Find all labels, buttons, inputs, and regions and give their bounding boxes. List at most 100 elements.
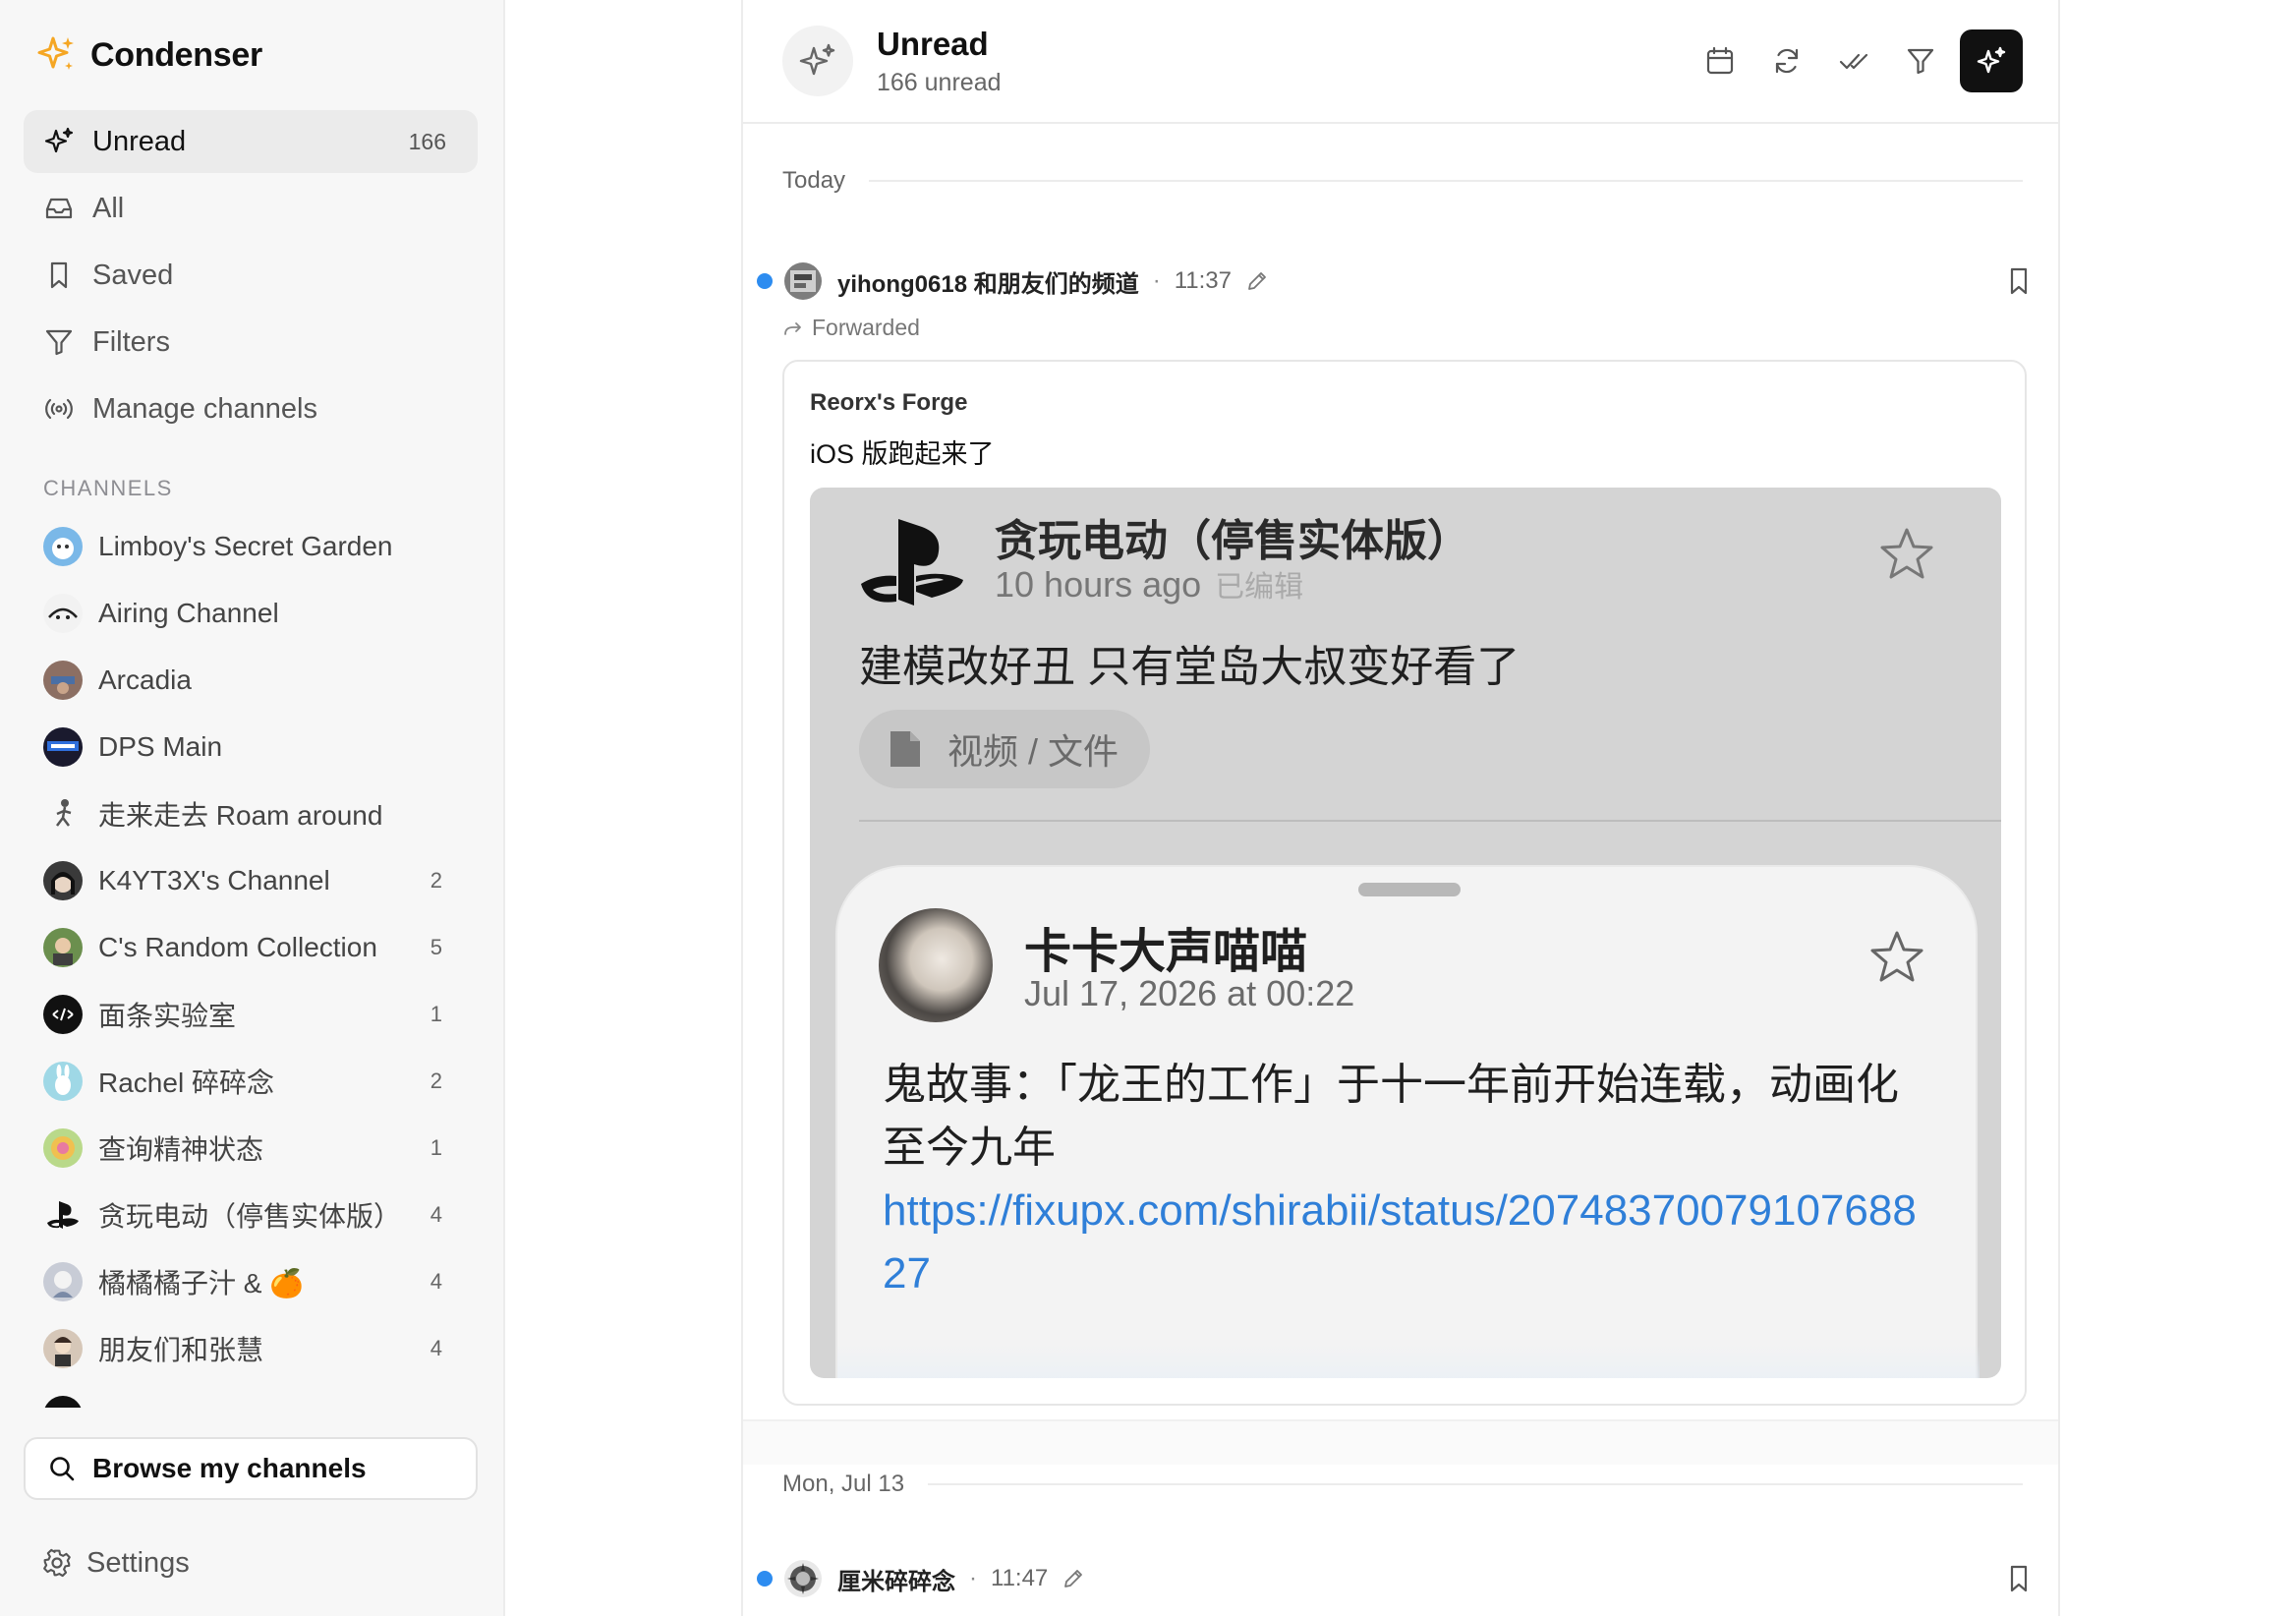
section-gap <box>743 1419 2058 1465</box>
sidebar-nav: Unread 166 All Saved Filters Manage chan… <box>24 110 478 444</box>
image-time-text: 10 hours ago <box>995 564 1202 605</box>
star-icon <box>1870 931 1923 982</box>
message-text: iOS 版跑起来了 <box>810 439 995 469</box>
nav-label: Unread <box>92 125 187 157</box>
channel-name: 面条实验室 <box>98 1001 237 1031</box>
nav-item-saved[interactable]: Saved <box>24 244 478 307</box>
image-divider <box>859 820 2001 822</box>
sheet-fade <box>837 1345 1980 1378</box>
nav-label: All <box>92 192 125 224</box>
channel-avatar <box>43 1262 83 1301</box>
forward-arrow-icon <box>784 321 801 335</box>
sheet-handle <box>1358 883 1461 896</box>
file-icon <box>890 731 920 767</box>
forward-source[interactable]: Reorx's Forge <box>810 389 967 417</box>
brand[interactable]: Condenser <box>35 31 262 79</box>
author-avatar[interactable] <box>784 262 822 300</box>
message-header: yihong0618 和朋友们的频道 · 11:37 <box>757 260 2035 303</box>
bookmark-icon[interactable] <box>2003 265 2035 297</box>
channel-item[interactable]: 橘橘橘子汁 & 🍊 4 <box>24 1248 478 1315</box>
separator-dot: · <box>969 1565 977 1591</box>
channel-item[interactable]: K4YT3X's Channel 2 <box>24 847 478 914</box>
channel-name: 贪玩电动（停售实体版） <box>98 1201 402 1232</box>
brand-sparkle-icon <box>37 36 74 70</box>
filter-button[interactable] <box>1889 29 1952 92</box>
sparkle-icon <box>799 43 835 76</box>
channel-item[interactable]: 走来走去 Roam around <box>24 780 478 847</box>
forwarded-label: Forwarded <box>782 315 920 341</box>
nav-label: Filters <box>92 325 170 358</box>
image-post-time: 10 hours ago 已编辑 <box>995 562 1303 606</box>
nav-item-all[interactable]: All <box>24 177 478 240</box>
nav-label: Saved <box>92 259 174 291</box>
channel-name: K4YT3X's Channel <box>98 865 330 895</box>
settings-label: Settings <box>86 1546 190 1579</box>
channel-unread-count: 2 <box>430 1068 442 1093</box>
channel-item[interactable]: 朋友们和张慧 4 <box>24 1315 478 1382</box>
inbox-icon <box>45 198 73 219</box>
date-label: Mon, Jul 13 <box>782 1471 905 1497</box>
nav-item-manage-channels[interactable]: Manage channels <box>24 377 478 440</box>
image-attachment-pill: 视频 / 文件 <box>859 710 1150 788</box>
channel-item[interactable]: Rachel 碎碎念 2 <box>24 1048 478 1115</box>
channel-avatar <box>43 527 83 566</box>
app-window: Condenser Unread 166 All Saved Filters M… <box>0 0 2296 1616</box>
summarize-button[interactable] <box>1960 29 2023 92</box>
inner-post-date: Jul 17, 2026 at 00:22 <box>1024 973 1355 1013</box>
forwarded-message-card[interactable]: Reorx's Forge iOS 版跑起来了 贪玩电动（停售实体版） 10 h… <box>782 360 2027 1406</box>
message-image[interactable]: 贪玩电动（停售实体版） 10 hours ago 已编辑 建模改好丑 只有堂岛大叔… <box>810 488 2001 1378</box>
separator-dot: · <box>1152 267 1161 294</box>
search-icon <box>50 1457 75 1481</box>
attachment-label: 视频 / 文件 <box>947 731 1119 772</box>
message-author[interactable]: yihong0618 和朋友们的频道 <box>837 264 1139 299</box>
refresh-button[interactable] <box>1755 29 1818 92</box>
channel-item[interactable]: Airing Channel <box>24 580 478 647</box>
channel-list[interactable]: Limboy's Secret Garden Airing Channel Ar… <box>24 513 478 1408</box>
pencil-icon <box>1064 1570 1083 1587</box>
channel-name: Arcadia <box>98 664 192 695</box>
bookmark-icon[interactable] <box>2003 1563 2035 1594</box>
gear-icon <box>43 1548 71 1578</box>
message-author[interactable]: 厘米碎碎念 <box>837 1562 955 1596</box>
star-icon <box>1880 528 1933 579</box>
image-body-text: 建模改好丑 只有堂岛大叔变好看了 <box>859 643 1521 691</box>
nav-count: 166 <box>408 128 446 154</box>
inner-post-text: 鬼故事：「龙王的工作」于十一年前开始连载，动画化至今九年 <box>883 1061 1899 1172</box>
header-actions <box>1685 29 2023 92</box>
browse-channels-button[interactable]: Browse my channels <box>24 1437 478 1500</box>
channel-name: C's Random Collection <box>98 932 377 962</box>
channel-item[interactable]: 面条实验室 1 <box>24 981 478 1048</box>
main-feed: Unread 166 unread Today yihong0618 和朋友们的… <box>741 0 2060 1616</box>
double-check-icon <box>1839 53 1868 70</box>
channel-avatar <box>43 861 83 900</box>
channel-item[interactable] <box>24 1382 478 1408</box>
channel-unread-count: 2 <box>430 868 442 893</box>
channel-item[interactable]: DPS Main <box>24 714 478 780</box>
channels-section-title: CHANNELS <box>43 476 173 500</box>
settings-button[interactable]: Settings <box>41 1539 190 1587</box>
image-inner-sheet: 卡卡大声喵喵 Jul 17, 2026 at 00:22 鬼故事：「龙王的工作」… <box>835 865 1980 1378</box>
channel-item[interactable]: 查询精神状态 1 <box>24 1115 478 1182</box>
author-avatar[interactable] <box>784 1560 822 1597</box>
mark-all-read-button[interactable] <box>1822 29 1885 92</box>
channel-unread-count: 4 <box>430 1336 442 1360</box>
calendar-icon <box>1706 46 1734 75</box>
forwarded-text: Forwarded <box>812 315 920 340</box>
page-subtitle: 166 unread <box>877 69 1002 96</box>
unread-indicator <box>757 1571 773 1587</box>
calendar-button[interactable] <box>1689 29 1751 92</box>
date-separator: Mon, Jul 13 <box>782 1471 2023 1498</box>
channel-item[interactable]: 贪玩电动（停售实体版） 4 <box>24 1182 478 1248</box>
date-label: Today <box>782 167 846 194</box>
nav-item-filters[interactable]: Filters <box>24 311 478 374</box>
channel-name: Rachel 碎碎念 <box>98 1068 274 1098</box>
nav-item-unread[interactable]: Unread 166 <box>24 110 478 173</box>
nav-label: Manage channels <box>92 392 317 425</box>
channel-item[interactable]: C's Random Collection 5 <box>24 914 478 981</box>
channel-name: Airing Channel <box>98 598 279 628</box>
channel-name: 查询精神状态 <box>98 1134 264 1165</box>
channel-name: 走来走去 Roam around <box>98 800 383 831</box>
channel-item[interactable]: Limboy's Secret Garden <box>24 513 478 580</box>
divider <box>928 1483 2023 1485</box>
channel-item[interactable]: Arcadia <box>24 647 478 714</box>
